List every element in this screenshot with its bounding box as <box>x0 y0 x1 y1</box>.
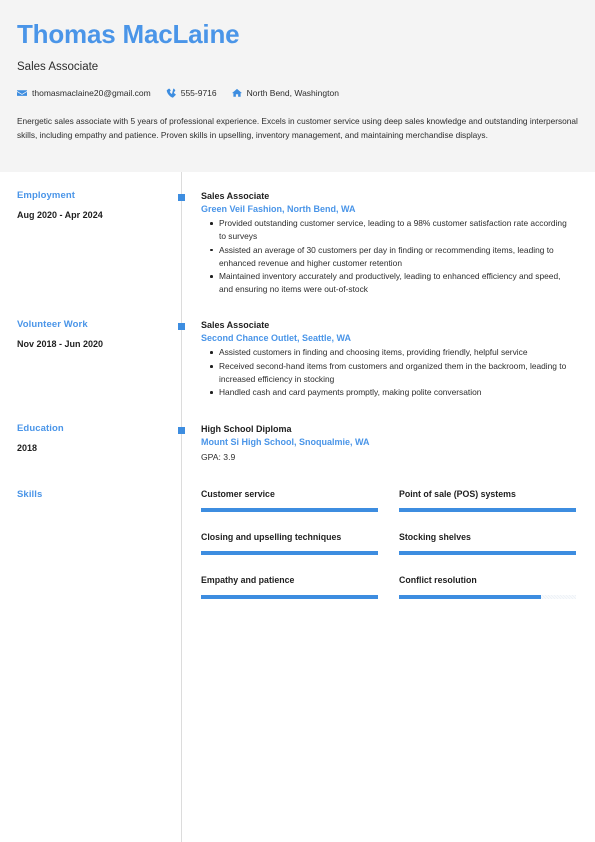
section-heading-education: Education <box>17 423 64 435</box>
skill-item: Point of sale (POS) systems <box>399 489 576 512</box>
contact-location-text: North Bend, Washington <box>246 88 339 99</box>
section-heading-skills: Skills <box>17 488 43 500</box>
contact-phone-text: 555-9716 <box>180 88 217 99</box>
list-item: Maintained inventory accurately and prod… <box>210 270 575 296</box>
skill-item: Empathy and patience <box>201 575 378 599</box>
employment-bullets: Provided outstanding customer service, l… <box>201 217 575 296</box>
contact-email-text: thomasmaclaine20@gmail.com <box>32 88 151 99</box>
skill-item: Closing and upselling techniques <box>201 531 378 556</box>
skill-level-track <box>399 551 576 556</box>
employment-job-title: Sales Associate <box>201 191 270 201</box>
skill-level-fill <box>399 551 576 556</box>
timeline-marker <box>177 194 185 201</box>
education-entry: High School Diploma Mount Si High School… <box>177 423 595 462</box>
skills-grid: Customer service Point of sale (POS) sys… <box>201 489 576 619</box>
skill-item: Stocking shelves <box>399 531 576 556</box>
skill-label: Stocking shelves <box>399 531 471 542</box>
skill-label: Conflict resolution <box>399 575 477 586</box>
skills-meta: Skills <box>0 489 181 619</box>
section-education: Education 2018 High School Diploma Mount… <box>0 423 595 462</box>
employment-date-range: Aug 2020 - Apr 2024 <box>17 210 103 220</box>
list-item: Assisted an average of 30 customers per … <box>210 244 575 270</box>
skill-level-fill <box>399 594 541 599</box>
timeline-marker <box>177 322 185 330</box>
skill-level-fill <box>201 594 378 599</box>
professional-summary: Energetic sales associate with 5 years o… <box>17 116 578 140</box>
skill-item: Customer service <box>201 489 378 512</box>
envelope-icon <box>17 88 27 98</box>
section-heading-volunteer: Volunteer Work <box>17 318 88 330</box>
section-heading-employment: Employment <box>17 190 76 201</box>
employment-entry: Sales Associate Green Veil Fashion, Nort… <box>177 190 595 297</box>
volunteer-entry: Sales Associate Second Chance Outlet, Se… <box>177 319 595 400</box>
home-icon <box>231 88 242 98</box>
contact-location[interactable]: North Bend, Washington <box>231 88 339 99</box>
resume-header: Thomas MacLaine Sales Associate thomasma… <box>0 0 595 172</box>
volunteer-meta: Volunteer Work Nov 2018 - Jun 2020 <box>0 319 181 400</box>
skill-level-track <box>399 507 576 512</box>
volunteer-bullets: Assisted customers in finding and choosi… <box>201 346 575 399</box>
volunteer-organization: Second Chance Outlet, Seattle, WA <box>201 333 352 344</box>
skill-level-fill <box>201 507 378 512</box>
list-item: Provided outstanding customer service, l… <box>210 217 575 243</box>
contact-phone[interactable]: 555-9716 <box>166 88 217 98</box>
skill-level-track <box>201 594 378 599</box>
skill-item: Conflict resolution <box>399 575 576 599</box>
contact-email[interactable]: thomasmaclaine20@gmail.com <box>17 88 151 98</box>
volunteer-date-range: Nov 2018 - Jun 2020 <box>17 338 104 349</box>
list-item: Assisted customers in finding and choosi… <box>210 346 575 359</box>
skill-level-track <box>399 594 576 599</box>
list-item: Received second-hand items from customer… <box>210 360 575 386</box>
employment-organization: Green Veil Fashion, North Bend, WA <box>201 204 356 215</box>
phone-icon <box>166 88 176 99</box>
page-title: Thomas MacLaine <box>17 19 240 49</box>
skill-level-track <box>201 507 378 512</box>
skill-level-fill <box>399 507 576 512</box>
volunteer-job-title: Sales Associate <box>201 319 270 330</box>
section-volunteer-work: Volunteer Work Nov 2018 - Jun 2020 Sales… <box>0 319 595 400</box>
skill-level-fill <box>201 551 378 556</box>
job-title: Sales Associate <box>17 60 99 73</box>
skills-list: Customer service Point of sale (POS) sys… <box>181 489 595 619</box>
skill-level-track <box>201 551 378 556</box>
skill-label: Closing and upselling techniques <box>201 531 342 542</box>
resume-body: Employment Aug 2020 - Apr 2024 Sales Ass… <box>0 172 595 842</box>
education-school: Mount Si High School, Snoqualmie, WA <box>201 437 370 448</box>
skill-label: Customer service <box>201 488 275 499</box>
contact-row: thomasmaclaine20@gmail.com 555-9716 Nort… <box>17 88 578 98</box>
timeline-marker <box>177 427 185 435</box>
section-employment: Employment Aug 2020 - Apr 2024 Sales Ass… <box>0 190 595 297</box>
skill-label: Empathy and patience <box>201 575 295 586</box>
education-date-range: 2018 <box>17 443 38 454</box>
skill-label: Point of sale (POS) systems <box>399 488 516 499</box>
section-skills: Skills Customer service Point of sale (P… <box>0 489 595 619</box>
education-degree: High School Diploma <box>201 424 292 435</box>
education-gpa: GPA: 3.9 <box>201 451 236 462</box>
education-meta: Education 2018 <box>0 423 181 462</box>
list-item: Handled cash and card payments promptly,… <box>210 386 575 399</box>
employment-meta: Employment Aug 2020 - Apr 2024 <box>0 190 181 297</box>
